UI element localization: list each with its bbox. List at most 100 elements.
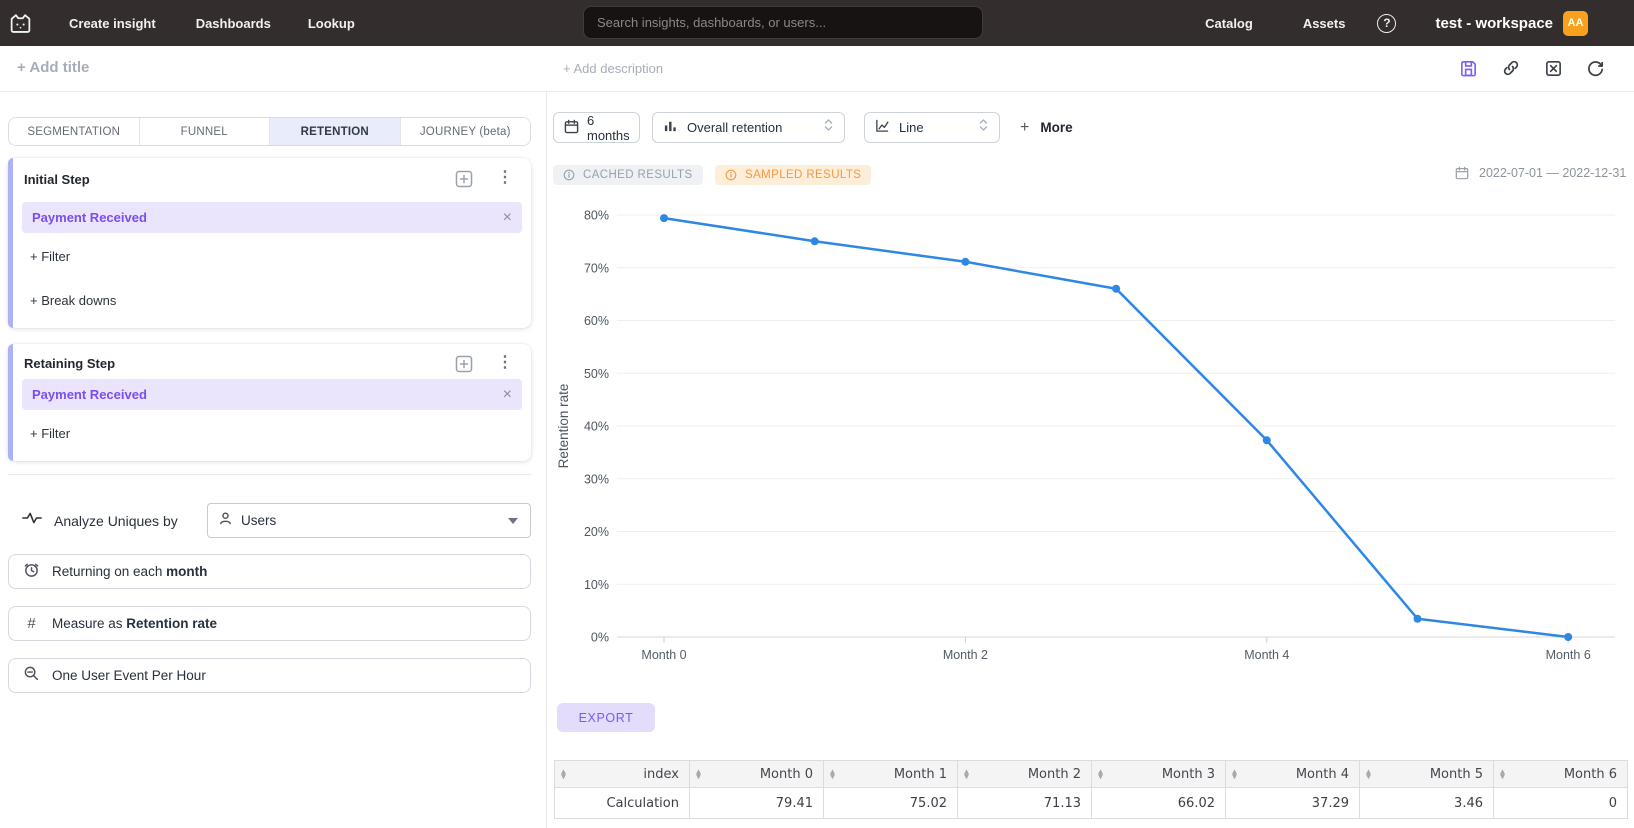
- clear-icon[interactable]: [1544, 59, 1563, 78]
- cell-index: Calculation: [555, 788, 690, 819]
- initial-step-event[interactable]: Payment Received ×: [22, 202, 522, 233]
- cell-month6: 0: [1494, 788, 1628, 819]
- col-header-month4[interactable]: ▲▼Month 4: [1226, 761, 1360, 788]
- report-type-tabs: SEGMENTATION FUNNEL RETENTION JOURNEY (b…: [8, 117, 531, 146]
- avatar[interactable]: AA: [1563, 11, 1588, 36]
- clock-icon: [23, 561, 40, 583]
- user-icon: [218, 511, 233, 531]
- one-event-per-hour-button[interactable]: One User Event Per Hour: [8, 658, 531, 693]
- more-button[interactable]: + More: [1020, 112, 1073, 143]
- initial-step-title: Initial Step: [24, 172, 90, 187]
- refresh-icon[interactable]: [1586, 59, 1605, 78]
- top-navbar: Create insight Dashboards Lookup Catalog…: [0, 0, 1634, 46]
- retaining-step-card: Retaining Step ⋮ Payment Received × + Fi…: [8, 344, 531, 461]
- remove-event-icon[interactable]: ×: [503, 209, 512, 227]
- search-input[interactable]: [583, 6, 983, 39]
- remove-event-icon[interactable]: ×: [503, 386, 512, 404]
- returning-interval-button[interactable]: Returning on each month: [8, 554, 531, 589]
- event-label: Payment Received: [32, 210, 147, 225]
- nav-lookup[interactable]: Lookup: [308, 16, 355, 31]
- navbar-right: Catalog Assets ? test - workspace AA: [1205, 0, 1634, 46]
- select-chevrons-icon: [823, 117, 834, 138]
- line-chart-icon: [875, 118, 890, 138]
- tab-segmentation[interactable]: SEGMENTATION: [9, 118, 139, 145]
- one-event-label: One User Event Per Hour: [52, 668, 206, 683]
- nav-catalog[interactable]: Catalog: [1205, 16, 1253, 31]
- svg-text:50%: 50%: [584, 367, 609, 381]
- svg-text:0%: 0%: [591, 631, 609, 645]
- col-header-month3[interactable]: ▲▼Month 3: [1092, 761, 1226, 788]
- retention-type-value: Overall retention: [687, 120, 782, 135]
- table-row: Calculation 79.41 75.02 71.13 66.02 37.2…: [555, 788, 1628, 819]
- date-range-value: 2022-07-01 — 2022-12-31: [1479, 166, 1626, 180]
- add-filter-button[interactable]: + Filter: [30, 426, 70, 441]
- panel-divider: [546, 92, 547, 828]
- col-header-month0[interactable]: ▲▼Month 0: [690, 761, 824, 788]
- info-icon: [725, 169, 737, 181]
- initial-step-card: Initial Step ⋮ Payment Received × + Filt…: [8, 158, 531, 328]
- add-filter-button[interactable]: + Filter: [30, 249, 70, 264]
- sort-icon: ▲▼: [561, 770, 566, 779]
- tab-funnel[interactable]: FUNNEL: [139, 118, 270, 145]
- date-range-display: 2022-07-01 — 2022-12-31: [1455, 166, 1626, 180]
- col-header-month2[interactable]: ▲▼Month 2: [958, 761, 1092, 788]
- nav-dashboards[interactable]: Dashboards: [196, 16, 271, 31]
- analyze-uniques-row: Analyze Uniques by Users: [8, 503, 531, 538]
- svg-text:60%: 60%: [584, 314, 609, 328]
- plus-icon: +: [1020, 119, 1029, 137]
- col-header-month6[interactable]: ▲▼Month 6: [1494, 761, 1628, 788]
- add-description-input[interactable]: + Add description: [563, 61, 663, 76]
- svg-text:Month 2: Month 2: [943, 648, 988, 662]
- export-button[interactable]: EXPORT: [557, 703, 655, 732]
- col-header-index[interactable]: ▲▼index: [555, 761, 690, 788]
- hash-icon: #: [23, 615, 40, 632]
- add-breakdown-button[interactable]: + Break downs: [30, 293, 116, 308]
- tab-journey[interactable]: JOURNEY (beta): [400, 118, 531, 145]
- analyze-entity-select[interactable]: Users: [207, 503, 531, 538]
- svg-text:10%: 10%: [584, 578, 609, 592]
- date-window-value: 6 months: [587, 113, 630, 143]
- add-step-icon[interactable]: [455, 355, 473, 378]
- info-icon: [563, 169, 575, 181]
- date-window-button[interactable]: 6 months: [553, 112, 640, 143]
- svg-text:20%: 20%: [584, 525, 609, 539]
- sort-icon: ▲▼: [1098, 770, 1103, 779]
- help-icon[interactable]: ?: [1377, 14, 1396, 33]
- select-chevrons-icon: [978, 117, 989, 138]
- svg-text:30%: 30%: [584, 472, 609, 486]
- tab-retention[interactable]: RETENTION: [269, 118, 400, 145]
- measure-as-button[interactable]: # Measure as Retention rate: [8, 606, 531, 641]
- nav-assets[interactable]: Assets: [1303, 16, 1346, 31]
- chart-type-value: Line: [899, 120, 924, 135]
- cell-month4: 37.29: [1226, 788, 1360, 819]
- step-menu-icon[interactable]: ⋮: [497, 353, 513, 373]
- retention-chart-area: 0%10%20%30%40%50%60%70%80%Month 0Month 2…: [553, 185, 1634, 665]
- cached-results-badge: CACHED RESULTS: [553, 165, 703, 185]
- step-menu-icon[interactable]: ⋮: [497, 168, 513, 188]
- sort-icon: ▲▼: [830, 770, 835, 779]
- results-table: ▲▼index ▲▼Month 0 ▲▼Month 1 ▲▼Month 2 ▲▼…: [554, 760, 1628, 819]
- left-panel-divider: [8, 474, 531, 475]
- retaining-step-event[interactable]: Payment Received ×: [22, 379, 522, 410]
- add-title-input[interactable]: + Add title: [17, 59, 89, 76]
- sort-icon: ▲▼: [1232, 770, 1237, 779]
- app-root: Create insight Dashboards Lookup Catalog…: [0, 0, 1634, 828]
- col-header-month5[interactable]: ▲▼Month 5: [1360, 761, 1494, 788]
- copy-link-icon[interactable]: [1501, 58, 1521, 78]
- cell-month3: 66.02: [1092, 788, 1226, 819]
- chart-type-select[interactable]: Line: [864, 112, 1000, 143]
- retention-type-select[interactable]: Overall retention: [652, 112, 845, 143]
- workspace-name[interactable]: test - workspace: [1435, 15, 1553, 32]
- analyze-uniques-label: Analyze Uniques by: [54, 513, 178, 529]
- returning-interval-label: Returning on each month: [52, 564, 207, 579]
- add-step-icon[interactable]: [455, 170, 473, 193]
- col-header-month1[interactable]: ▲▼Month 1: [824, 761, 958, 788]
- cell-month0: 79.41: [690, 788, 824, 819]
- title-bar: + Add title + Add description: [0, 46, 1634, 92]
- cat-logo-icon[interactable]: [8, 12, 33, 35]
- analyze-entity-value: Users: [241, 513, 276, 528]
- nav-create-insight[interactable]: Create insight: [69, 16, 156, 31]
- retention-chart[interactable]: 0%10%20%30%40%50%60%70%80%Month 0Month 2…: [553, 185, 1634, 665]
- save-icon[interactable]: [1459, 59, 1478, 78]
- sort-icon: ▲▼: [1366, 770, 1371, 779]
